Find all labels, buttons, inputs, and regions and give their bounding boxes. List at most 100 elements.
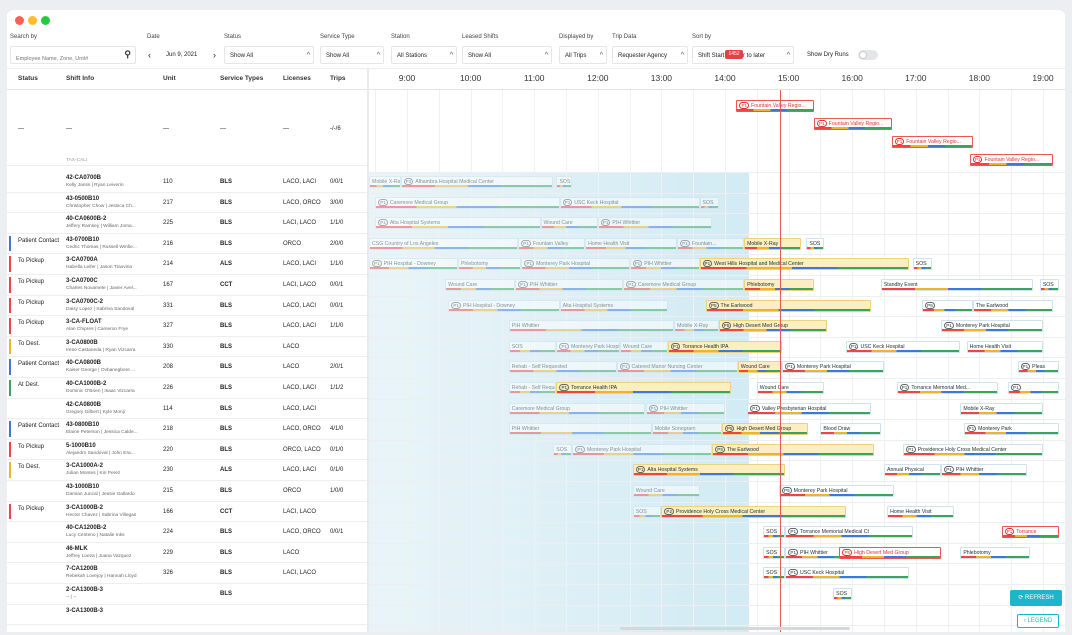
trip-block[interactable]: P1 Monterey Park <box>963 423 1059 436</box>
table-row[interactable]: To Pickup 5-1000B10 Alejandro Sandoval | J… <box>7 440 367 461</box>
trip-block[interactable]: SOS <box>763 526 786 539</box>
trip-block[interactable]: P1 Valley Presbyterian Hospital <box>747 402 872 415</box>
table-row[interactable]: To Pickup 3-CA0700A Isabella Leifer | Jaso… <box>7 254 367 275</box>
table-row[interactable]: 40-CA1200B-2 Lucy Centeno | Natalie Inks 2… <box>7 522 367 543</box>
table-row[interactable]: 2-CA1300B-3 -- | -- BLS <box>7 584 367 605</box>
search-box[interactable]: ⚲ <box>10 46 136 67</box>
trip-block[interactable]: P1 Torrance Health IPA <box>556 382 732 394</box>
trip-block[interactable]: SOS <box>699 196 719 209</box>
refresh-button[interactable]: ⟳ REFRESH <box>1010 590 1062 606</box>
column-shift-info[interactable]: Shift Info <box>66 75 94 82</box>
trip-block[interactable]: Rehab - Self Requested <box>508 361 617 374</box>
trip-block[interactable]: P5 The Earlwood <box>705 299 872 312</box>
trip-block[interactable]: Wound Care <box>620 340 668 353</box>
trip-block[interactable]: SOS <box>1039 279 1059 291</box>
close-window-icon[interactable] <box>15 16 24 25</box>
trip-block[interactable]: PIH Whittier <box>508 423 652 436</box>
trip-block[interactable]: P1 Torrance <box>1001 526 1059 539</box>
table-row[interactable]: 7-CA1200B Rebekah Lovejoy | Hannah Lloyd 3… <box>7 563 367 584</box>
search-input[interactable] <box>11 51 111 67</box>
trip-block[interactable]: SOS <box>763 546 786 559</box>
trip-block[interactable]: P1 <box>1008 382 1059 394</box>
table-row[interactable]: 43-0500B10 Christopher Chow | Jessica Ch.… <box>7 193 367 214</box>
table-row[interactable]: To Pickup 3-CA0700C Charles Novamete | Jav… <box>7 275 367 296</box>
trip-block[interactable]: P1 Caremore Medical Group <box>623 279 745 291</box>
trip-block[interactable]: P1 Torrance Memorial Medical Ct <box>785 526 913 539</box>
maximize-window-icon[interactable] <box>41 16 50 25</box>
table-row[interactable]: 46-MLK Jeffrey Loeza | Juana Vazquez 229 BL… <box>7 543 367 564</box>
trip-block[interactable]: P1 Fountain Valley Regio... <box>969 154 1053 166</box>
sort-by-select[interactable]: Shift Start: Earlier to later ^ <box>692 46 794 64</box>
trip-block[interactable]: Wound Care <box>445 279 516 291</box>
date-picker[interactable]: ‹ Jun 9, 2021 › <box>143 46 223 64</box>
trip-block[interactable]: P1 Monterey Park Hospital <box>941 320 1043 333</box>
trip-block[interactable]: P1 Fountain... <box>677 237 745 250</box>
trip-block[interactable]: P1 Alta Hospital Systems <box>632 464 786 477</box>
trip-block[interactable]: P1 PIH Whittier <box>645 402 725 415</box>
trip-block[interactable]: P5 High Desert Med Group <box>721 423 808 436</box>
trip-block[interactable]: Phlebotomy <box>744 279 815 291</box>
trip-block[interactable]: P5 The Earlwood <box>712 443 875 456</box>
trip-block[interactable]: SOS <box>556 176 573 188</box>
trip-block[interactable]: P1 Fountain Valley Regio... <box>814 118 892 130</box>
table-row[interactable]: 42-CA0800B Gregory Gilbert | Kyle Monji 11… <box>7 399 367 420</box>
service-type-select[interactable]: Show All ^ <box>320 46 384 64</box>
table-row[interactable]: Patient Contact 40-CA0800B Kaiser George |… <box>7 357 367 378</box>
trip-block[interactable]: Blood Draw <box>820 423 881 436</box>
table-row[interactable]: Patient Contact 43-0800B10 Elaine Peterson… <box>7 419 367 440</box>
trip-block[interactable]: Annual Physical <box>884 464 942 477</box>
trip-block[interactable]: Caremore Medical Group <box>508 402 646 415</box>
trip-block[interactable]: P1 Caremore Medical Group <box>375 196 560 209</box>
trip-block[interactable]: Mobile X-Ray <box>369 176 401 188</box>
column-trips[interactable]: Trips <box>330 75 346 82</box>
trip-block[interactable]: P1 USC Keck Hospital <box>845 340 961 353</box>
table-row[interactable]: At Dest. 40-CA1000B-2 Dominic O'Brien | Is… <box>7 378 367 399</box>
trip-block[interactable]: SOS <box>632 505 662 518</box>
trip-block[interactable]: P1 Fountain Valley Regio... <box>736 100 815 112</box>
trip-block[interactable]: P1 Monterey Park Hospital <box>572 443 713 456</box>
trip-block[interactable]: Home Health Visit <box>887 505 954 518</box>
trip-block[interactable]: Standby Event <box>880 279 1034 291</box>
column-licenses[interactable]: Licenses <box>283 75 311 82</box>
trip-block[interactable]: P1 USC Keck Hospital <box>785 567 910 580</box>
trip-block[interactable]: CSG Country of Los Angeles <box>369 237 519 250</box>
trip-block[interactable]: SOS <box>508 340 557 353</box>
next-date-icon[interactable]: › <box>213 46 216 64</box>
trip-block[interactable]: P2 Providence Holy Cross Medical Center <box>661 505 846 518</box>
status-select[interactable]: Show All ^ <box>224 46 314 64</box>
trip-block[interactable]: P1 Monterey Park Hospital <box>556 340 621 353</box>
trip-block[interactable]: P1 PIH Hospital - Downey <box>369 258 458 271</box>
trip-block[interactable]: P1 Torrance Memorial Med... <box>896 382 999 394</box>
trip-block[interactable]: Phlebotomy <box>960 546 1031 559</box>
trip-block[interactable]: Mobile X-Ray <box>960 402 1043 415</box>
trip-block[interactable]: SOS <box>912 258 932 271</box>
trip-block[interactable]: Wound Care <box>756 382 824 394</box>
trip-data-select[interactable]: Requester Agency ^ <box>612 46 688 64</box>
table-row[interactable]: 40-CA0600B-2 Jeffery Ramsey | William Jom… <box>7 213 367 234</box>
trip-block[interactable]: P1 Monterey Park Hospital <box>782 361 884 374</box>
table-row[interactable]: 42-CA0700B Kelly Janss | Ryan Leiverin 110… <box>7 172 367 193</box>
trip-block[interactable]: Home Health Visit <box>585 237 678 250</box>
trip-block[interactable]: P1 PIH Hospital - Downey <box>448 299 560 312</box>
trip-block[interactable]: P1 Torrance Health IPA <box>667 340 783 353</box>
trip-block[interactable]: Home Health Visit <box>966 340 1043 353</box>
trip-block[interactable]: P1 Monterey Park Hospital <box>521 258 630 271</box>
dry-runs-toggle[interactable] <box>858 50 878 60</box>
legend-button[interactable]: ‹ LEGEND <box>1017 614 1059 628</box>
trip-block[interactable]: P1 Alta Hospital Systems <box>375 217 541 230</box>
trip-block[interactable]: P1 Catered Manor Nursing Center <box>616 361 738 374</box>
trip-block[interactable]: Mobile Sonogram <box>651 423 722 436</box>
trip-block[interactable]: P5 High Desert Med Group <box>839 546 942 559</box>
trip-block[interactable]: P1 PIH Whittier <box>941 464 1028 477</box>
trip-block[interactable]: Wound Care <box>632 485 700 497</box>
leased-shifts-select[interactable]: Show All ^ <box>462 46 552 64</box>
table-row[interactable]: To Dest. 3-CA0800B Irene Castaneda | Ryan … <box>7 337 367 358</box>
trip-block[interactable]: Phlebotomy <box>457 258 522 271</box>
trip-block[interactable]: P5 <box>922 299 974 312</box>
trip-block[interactable]: SOS <box>763 567 786 580</box>
trip-block[interactable]: Wound Care <box>737 361 783 374</box>
minimize-window-icon[interactable] <box>28 16 37 25</box>
trip-block[interactable]: P1 Pleas <box>1017 361 1059 374</box>
displayed-by-select[interactable]: All Trips ^ <box>559 46 607 64</box>
column-status[interactable]: Status <box>18 75 38 82</box>
